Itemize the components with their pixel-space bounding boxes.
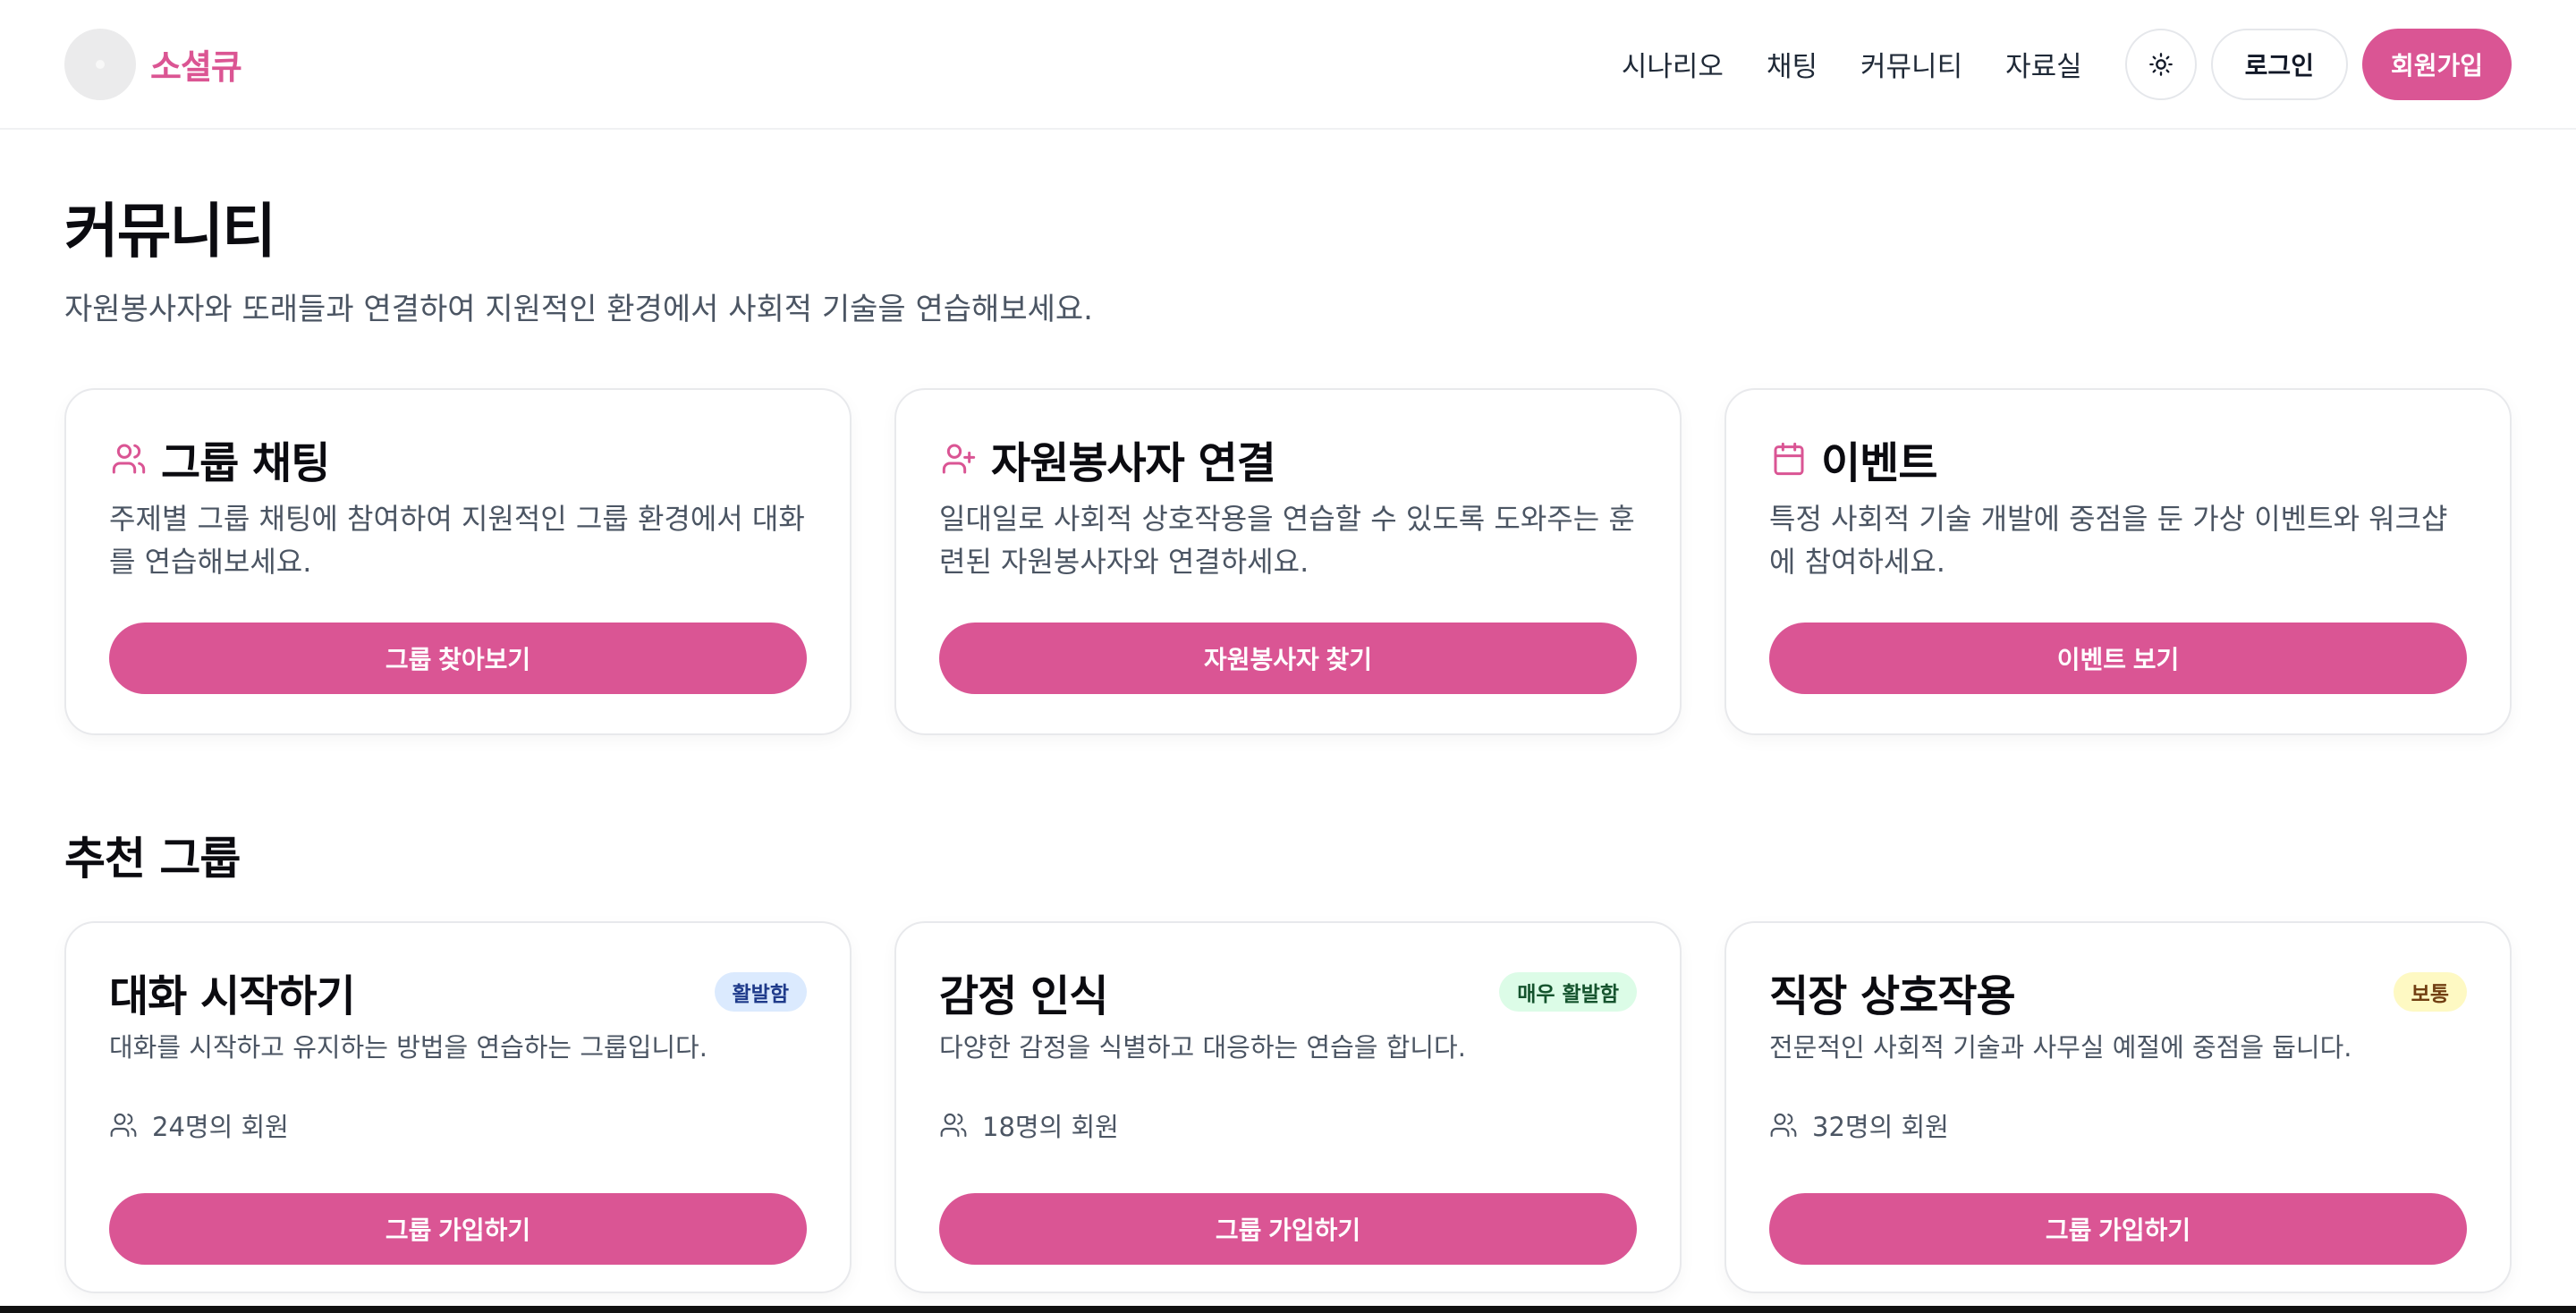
users-icon (1769, 1110, 1800, 1140)
member-count-label: 24명의 회원 (152, 1112, 289, 1142)
nav-link-scenarios[interactable]: 시나리오 (1622, 44, 1724, 84)
feature-description: 특정 사회적 기술 개발에 중점을 둔 가상 이벤트와 워크샵에 참여하세요. (1769, 502, 2448, 579)
group-description: 전문적인 사회적 기술과 사무실 예절에 중점을 둡니다. (1769, 1032, 2352, 1063)
user-plus-icon (939, 439, 979, 479)
brand-link[interactable]: 소셜큐 (64, 28, 242, 100)
recommended-groups-title: 추천 그룹 (64, 833, 241, 885)
window-bottom-edge (0, 1306, 2576, 1313)
group-name: 감정 인식 (939, 971, 1108, 1021)
member-count: 18명의 회원 (939, 1107, 1637, 1143)
nav-link-resources[interactable]: 자료실 (2005, 44, 2082, 84)
group-card: 대화 시작하기 활발함 대화를 시작하고 유지하는 방법을 연습하는 그룹입니다… (64, 921, 852, 1293)
top-navbar: 소셜큐 시나리오 채팅 커뮤니티 자료실 로그인 회원가입 (0, 0, 2576, 130)
join-group-button[interactable]: 그룹 가입하기 (939, 1193, 1637, 1265)
group-card: 감정 인식 매우 활발함 다양한 감정을 식별하고 대응하는 연습을 합니다. … (894, 921, 1682, 1293)
community-page: 소셜큐 시나리오 채팅 커뮤니티 자료실 로그인 회원가입 커뮤니티 자원봉사자… (0, 0, 2576, 1313)
login-button[interactable]: 로그인 (2210, 28, 2348, 100)
member-count: 24명의 회원 (109, 1107, 807, 1143)
group-name: 대화 시작하기 (109, 971, 356, 1021)
activity-badge: 활발함 (714, 972, 807, 1012)
users-icon (939, 1110, 970, 1140)
users-icon (109, 439, 148, 479)
calendar-icon (1769, 439, 1809, 479)
member-count-label: 18명의 회원 (982, 1112, 1119, 1142)
sun-icon (2148, 52, 2173, 76)
brand-name: 소셜큐 (150, 47, 242, 87)
users-icon (109, 1110, 140, 1140)
feature-description: 일대일로 사회적 상호작용을 연습할 수 있도록 도와주는 훈련된 자원봉사자와… (939, 502, 1635, 579)
feature-card-events: 이벤트 특정 사회적 기술 개발에 중점을 둔 가상 이벤트와 워크샵에 참여하… (1724, 388, 2512, 735)
join-group-button[interactable]: 그룹 가입하기 (1769, 1193, 2467, 1265)
group-card: 직장 상호작용 보통 전문적인 사회적 기술과 사무실 예절에 중점을 둡니다.… (1724, 921, 2512, 1293)
nav-actions: 로그인 회원가입 (2124, 28, 2512, 100)
find-volunteer-button[interactable]: 자원봉사자 찾기 (939, 623, 1637, 694)
activity-badge: 보통 (2393, 972, 2467, 1012)
logo-avatar (64, 28, 136, 100)
member-count-label: 32명의 회원 (1812, 1112, 1949, 1142)
feature-title: 자원봉사자 연결 (991, 438, 1276, 488)
group-description: 대화를 시작하고 유지하는 방법을 연습하는 그룹입니다. (109, 1032, 708, 1063)
nav-link-chat[interactable]: 채팅 (1767, 44, 1818, 84)
member-count: 32명의 회원 (1769, 1107, 2467, 1143)
feature-card-group-chat: 그룹 채팅 주제별 그룹 채팅에 참여하여 지원적인 그룹 환경에서 대화를 연… (64, 388, 852, 735)
main-nav: 시나리오 채팅 커뮤니티 자료실 로그인 회원가입 (1622, 28, 2512, 100)
feature-title: 그룹 채팅 (161, 438, 330, 488)
group-name: 직장 상호작용 (1769, 971, 2016, 1021)
join-group-button[interactable]: 그룹 가입하기 (109, 1193, 807, 1265)
signup-button[interactable]: 회원가입 (2361, 28, 2512, 100)
feature-title: 이벤트 (1821, 438, 1937, 488)
feature-card-volunteer: 자원봉사자 연결 일대일로 사회적 상호작용을 연습할 수 있도록 도와주는 훈… (894, 388, 1682, 735)
group-description: 다양한 감정을 식별하고 대응하는 연습을 합니다. (939, 1032, 1466, 1063)
page-title: 커뮤니티 (64, 197, 276, 266)
view-events-button[interactable]: 이벤트 보기 (1769, 623, 2467, 694)
page-description: 자원봉사자와 또래들과 연결하여 지원적인 환경에서 사회적 기술을 연습해보세… (64, 292, 1093, 327)
browse-groups-button[interactable]: 그룹 찾아보기 (109, 623, 807, 694)
theme-toggle-button[interactable] (2124, 28, 2197, 100)
feature-description: 주제별 그룹 채팅에 참여하여 지원적인 그룹 환경에서 대화를 연습해보세요. (109, 502, 805, 579)
activity-badge: 매우 활발함 (1499, 972, 1637, 1012)
nav-link-community[interactable]: 커뮤니티 (1860, 44, 1962, 84)
